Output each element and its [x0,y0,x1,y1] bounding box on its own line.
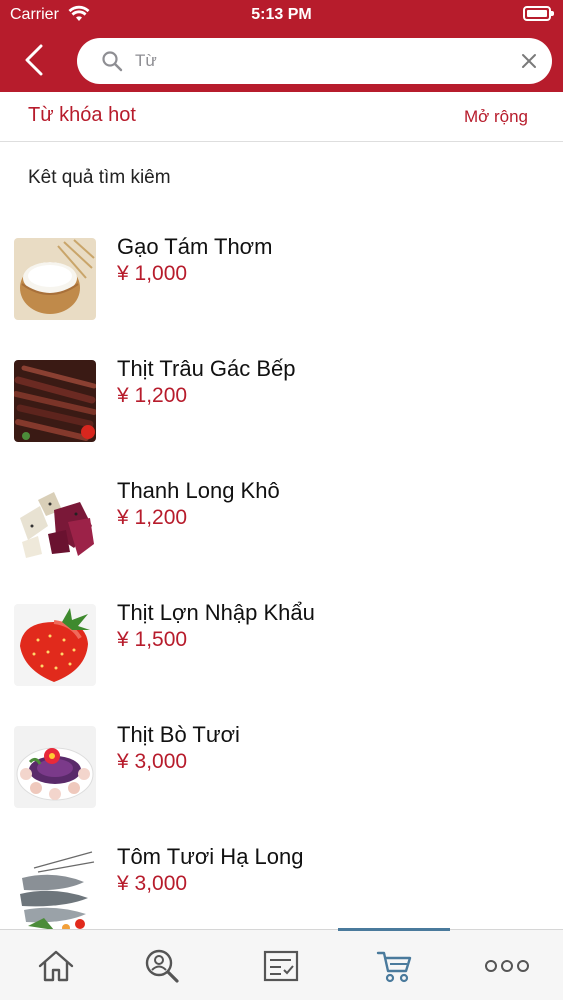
product-price: ¥ 3,000 [117,872,188,895]
search-icon [102,51,123,72]
product-name: Thịt Bò Tươi [117,722,240,747]
battery-icon [523,6,554,21]
product-price: ¥ 1,000 [117,262,188,285]
close-icon [522,54,536,68]
product-price: ¥ 1,200 [117,506,188,529]
tab-orders[interactable] [225,930,337,1000]
search-input[interactable] [135,46,505,76]
product-price: ¥ 3,000 [117,750,188,773]
status-time: 5:13 PM [251,6,312,23]
tab-bar [0,928,563,1000]
dried-buffalo-meat-image [14,360,96,442]
tab-home[interactable] [0,930,112,1000]
back-button[interactable] [14,40,54,80]
product-list: Gạo Tám Thơm ¥ 1,000 Thịt Trâu Gác Bếp ¥… [0,212,563,944]
product-price: ¥ 1,500 [117,628,188,651]
tab-cart[interactable] [338,930,450,1000]
product-name: Thịt Trâu Gác Bếp [117,356,296,381]
shrimp-image [14,848,96,930]
dried-dragon-fruit-image [14,482,96,564]
rice-bowl-image [14,238,96,320]
product-name: Tôm Tươi Hạ Long [117,844,304,869]
cart-icon [376,951,412,982]
more-icon [485,959,529,972]
product-item[interactable]: Gạo Tám Thơm ¥ 1,000 [0,212,563,334]
product-name: Gạo Tám Thơm [117,234,273,259]
product-price: ¥ 1,200 [117,384,188,407]
checklist-icon [263,950,299,981]
results-title: Kêt quả tìm kiêm [28,167,171,188]
seafood-platter-image [14,726,96,808]
search-user-icon [145,949,179,983]
tab-search-user[interactable] [106,930,218,1000]
header: Carrier 5:13 PM [0,0,563,92]
search-bar[interactable] [77,38,552,84]
hot-keywords-title: Từ khóa hot [28,104,136,126]
product-name: Thịt Lợn Nhập Khẩu [117,600,315,625]
tab-more[interactable] [451,930,563,1000]
status-bar: Carrier 5:13 PM [0,0,563,30]
product-item[interactable]: Thanh Long Khô ¥ 1,200 [0,456,563,578]
clear-search-button[interactable] [518,50,540,72]
product-item[interactable]: Thịt Bò Tươi ¥ 3,000 [0,700,563,822]
product-item[interactable]: Tôm Tươi Hạ Long ¥ 3,000 [0,822,563,944]
product-item[interactable]: Thịt Trâu Gác Bếp ¥ 1,200 [0,334,563,456]
chevron-left-icon [25,44,43,76]
home-icon [38,950,74,981]
strawberry-image [14,604,96,686]
product-name: Thanh Long Khô [117,478,280,503]
product-item[interactable]: Thịt Lợn Nhập Khẩu ¥ 1,500 [0,578,563,700]
expand-button[interactable]: Mở rộng [464,107,528,127]
hot-keywords-bar: Từ khóa hot Mở rộng [0,92,563,142]
